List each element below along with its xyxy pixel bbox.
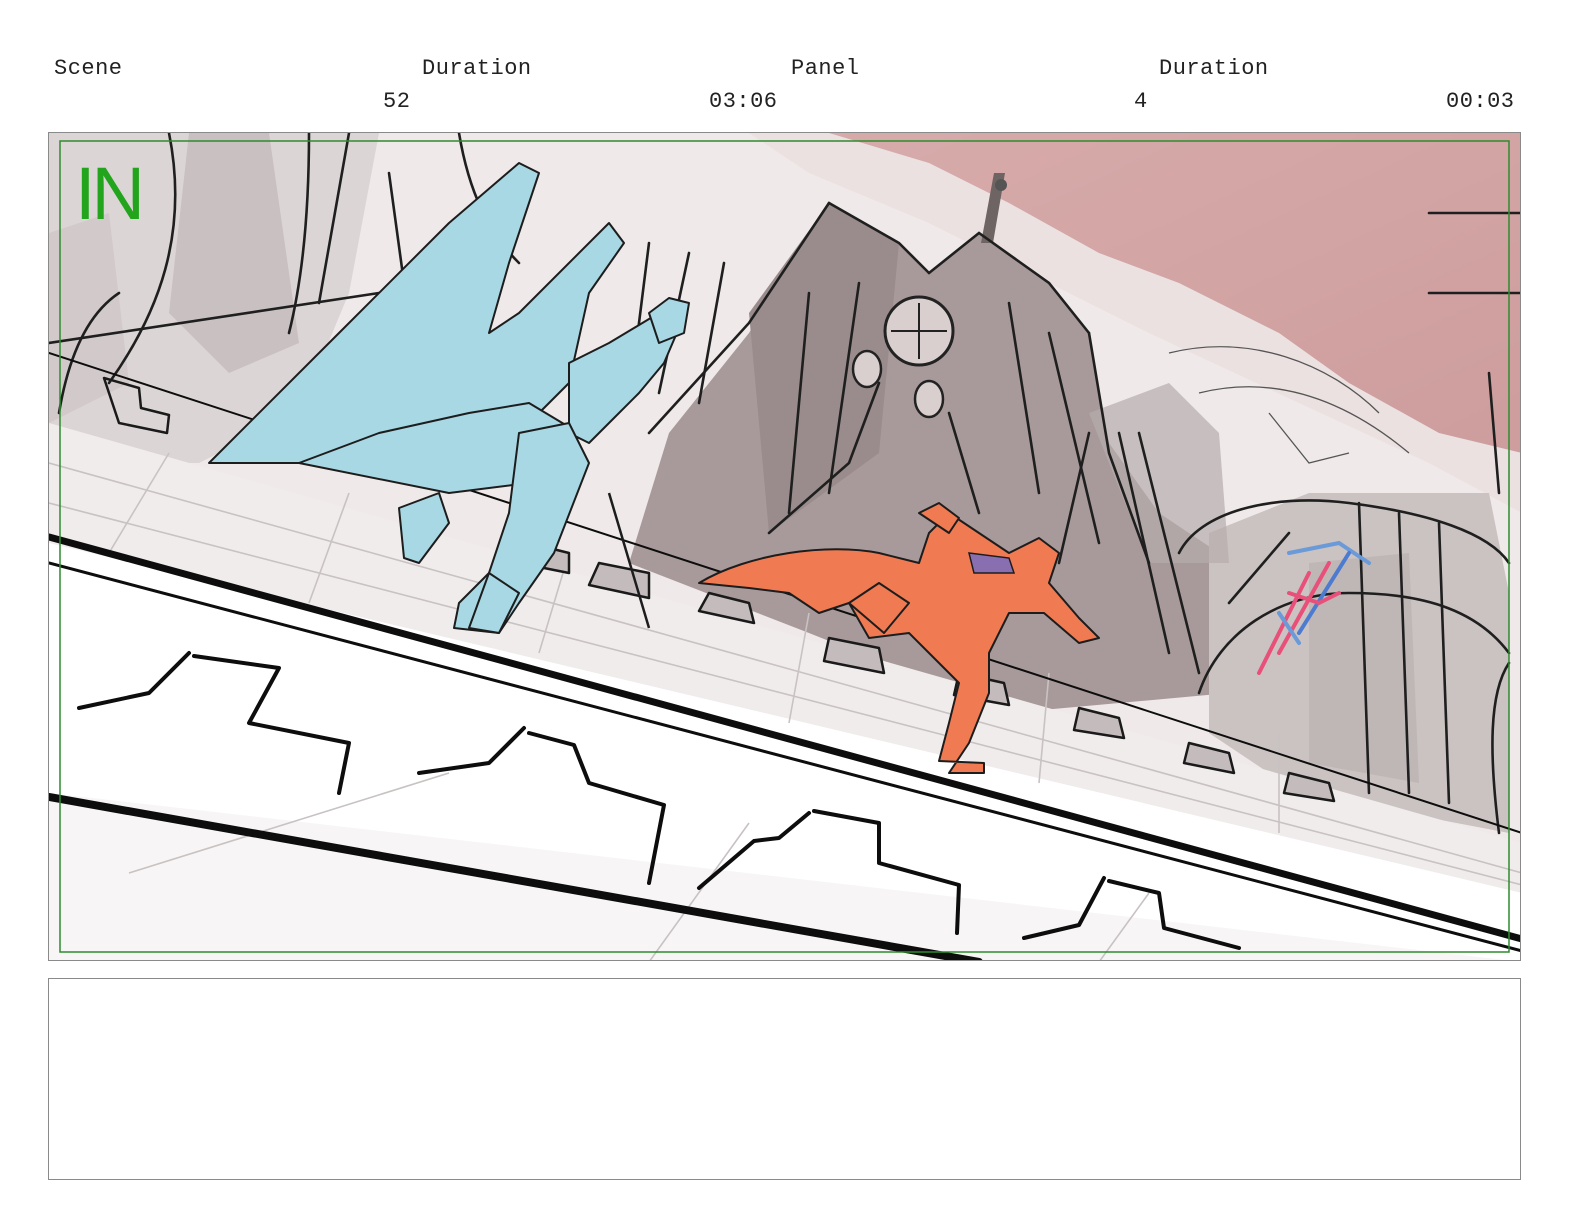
panel-duration-label: Duration <box>1159 56 1269 81</box>
panel-label: Panel <box>791 56 860 81</box>
panel-number: 4 <box>1134 89 1148 114</box>
panel-duration-value: 00:03 <box>1446 89 1515 114</box>
scene-label: Scene <box>54 56 123 81</box>
scene-number: 52 <box>383 89 411 114</box>
storyboard-panel[interactable]: IN <box>48 132 1521 961</box>
panel-artwork <box>49 133 1520 960</box>
transition-in-label: IN <box>75 152 145 235</box>
scene-duration-value: 03:06 <box>709 89 778 114</box>
scene-duration-label: Duration <box>422 56 532 81</box>
panel-notes-box[interactable] <box>48 978 1521 1180</box>
